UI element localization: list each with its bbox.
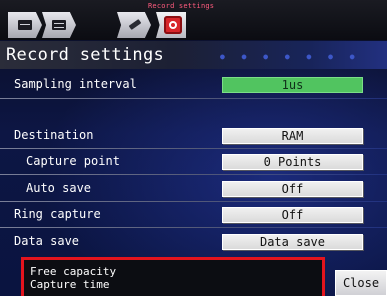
display-icon [18, 20, 32, 30]
record-icon [164, 16, 182, 34]
sampling-interval-button[interactable]: 1us [222, 77, 363, 93]
divider [0, 174, 387, 175]
destination-label: Destination [14, 128, 94, 142]
free-capacity-label: Free capacity [30, 265, 117, 278]
divider [0, 148, 387, 149]
sampling-interval-label: Sampling interval [14, 77, 137, 91]
ring-capture-label: Ring capture [14, 207, 101, 221]
divider [0, 98, 387, 99]
waveform-icon [52, 20, 66, 30]
pen-icon [128, 19, 142, 30]
decorative-dots: ● ● ● ● ● ● ● [220, 52, 361, 61]
capture-point-button[interactable]: 0 Points [222, 154, 363, 170]
tab-pen[interactable] [117, 12, 151, 38]
title-bar: Record settings ● ● ● ● ● ● ● [0, 41, 387, 69]
page-title: Record settings [6, 45, 165, 65]
auto-save-label: Auto save [26, 181, 92, 195]
divider [0, 227, 387, 228]
tab-record-settings[interactable] [156, 12, 186, 38]
tab-caption: Record settings [148, 2, 215, 10]
destination-button[interactable]: RAM [222, 128, 363, 144]
tab-display[interactable] [8, 12, 42, 38]
data-save-button[interactable]: Data save [222, 234, 363, 250]
tab-strip: Record settings [0, 0, 387, 40]
data-save-label: Data save [14, 234, 80, 248]
capture-time-label: Capture time [30, 278, 110, 291]
auto-save-button[interactable]: Off [222, 181, 363, 197]
close-button[interactable]: Close [335, 270, 387, 296]
capture-point-label: Capture point [26, 154, 120, 168]
capacity-info-box: Free capacity Capture time [21, 257, 325, 296]
divider [0, 201, 387, 202]
screen: Record settings Record settings ● ● ● ● … [0, 0, 387, 296]
tab-waveform[interactable] [42, 12, 76, 38]
ring-capture-button[interactable]: Off [222, 207, 363, 223]
